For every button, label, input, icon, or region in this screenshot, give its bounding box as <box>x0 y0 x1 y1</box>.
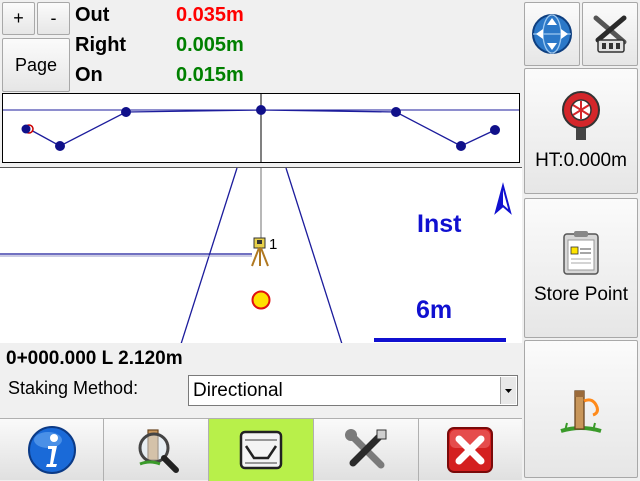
store-point-button[interactable]: Store Point <box>524 198 638 338</box>
stake-button[interactable] <box>524 340 638 478</box>
right-label: Right <box>75 34 127 56</box>
plan-view[interactable]: 1 Inst 6m <box>0 167 522 343</box>
road-profile-button[interactable] <box>209 419 314 481</box>
close-button[interactable] <box>419 419 522 481</box>
stake-flag-icon <box>560 390 602 433</box>
on-label: On <box>75 64 103 86</box>
profile-point <box>490 125 500 135</box>
search-survey-icon <box>138 429 180 473</box>
profile-point <box>121 107 131 117</box>
road-edge-right <box>285 168 343 343</box>
plus-button[interactable]: + <box>2 2 35 35</box>
bottom-toolbar <box>0 418 522 481</box>
profile-point <box>256 105 266 115</box>
settings-button[interactable] <box>582 2 638 66</box>
scale-label: 6m <box>416 296 452 324</box>
profile-graph <box>3 94 519 162</box>
minus-button[interactable]: - <box>37 2 70 35</box>
north-arrow-icon <box>494 182 512 215</box>
tools-icon <box>344 429 387 469</box>
station-offset-text: 0+000.000 L 2.120m <box>6 348 183 369</box>
target-height-button[interactable]: HT:0.000m <box>524 68 638 194</box>
prism-target-icon <box>562 91 600 140</box>
staking-method-select[interactable]: Directional <box>188 375 518 406</box>
plan-graph: 1 Inst 6m <box>0 168 512 343</box>
target-height-label: HT:0.000m <box>535 150 627 171</box>
info-icon <box>27 426 76 474</box>
profile-view[interactable] <box>2 93 520 163</box>
profile-point <box>456 141 466 151</box>
staking-method-label: Staking Method: <box>8 378 139 398</box>
profile-ground-line <box>28 109 496 147</box>
close-icon <box>447 427 494 473</box>
profile-point <box>21 124 31 134</box>
scale-bar <box>374 338 506 342</box>
settings-tools-icon <box>593 15 627 53</box>
on-value: 0.015m <box>176 64 244 86</box>
store-point-clipboard-icon <box>563 231 599 275</box>
mode-label: Inst <box>417 210 462 238</box>
road-profile-icon <box>239 430 283 470</box>
page-button[interactable]: Page <box>2 38 70 92</box>
out-label: Out <box>75 4 110 26</box>
navigate-globe-icon <box>532 14 572 54</box>
staking-method-value: Directional <box>193 380 283 401</box>
point-label: 1 <box>269 236 277 253</box>
dropdown-arrow-icon[interactable] <box>500 377 516 404</box>
search-survey-button[interactable] <box>104 419 210 481</box>
info-button[interactable] <box>0 419 105 481</box>
out-value: 0.035m <box>176 4 244 26</box>
right-value: 0.005m <box>176 34 244 56</box>
tools-button[interactable] <box>314 419 419 481</box>
stake-target-icon <box>251 290 271 310</box>
profile-point <box>391 107 401 117</box>
navigate-button[interactable] <box>524 2 580 66</box>
total-station-icon <box>251 237 269 267</box>
profile-point <box>55 141 65 151</box>
store-point-label: Store Point <box>534 284 628 305</box>
